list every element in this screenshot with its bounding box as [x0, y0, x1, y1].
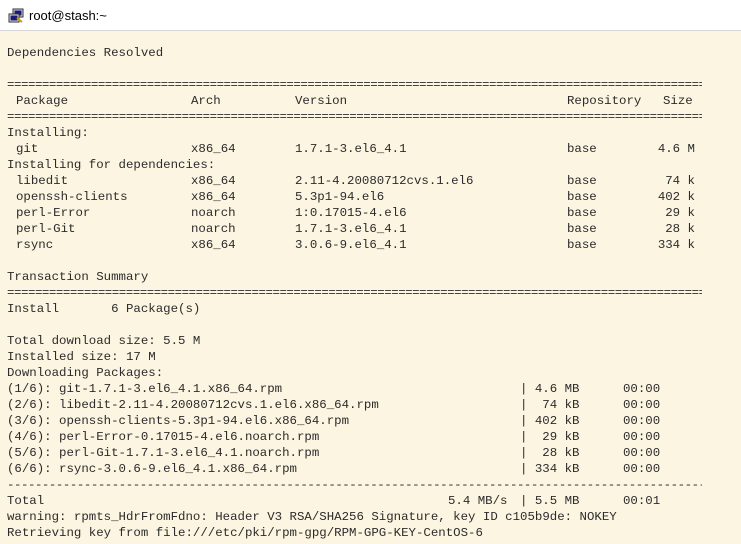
download-time: 00:00 — [623, 446, 661, 460]
row-arch: x86_64 — [191, 190, 236, 204]
header-arch: Arch — [191, 94, 221, 108]
total-size: | 5.5 MB — [520, 494, 580, 508]
download-time: 00:00 — [623, 382, 661, 396]
putty-icon — [8, 8, 24, 23]
row-repo: base — [567, 222, 597, 236]
table-row: rsync x86_64 3.0.6-9.el6_4.1 base 334 k — [0, 237, 741, 253]
row-size: 74 k — [665, 174, 695, 188]
header-size: Size — [663, 94, 693, 108]
download-file: (1/6): git-1.7.1-3.el6_4.1.x86_64.rpm — [7, 382, 283, 396]
download-time: 00:00 — [623, 430, 661, 444]
download-size: | 402 kB — [520, 414, 580, 428]
download-row: (3/6): openssh-clients-5.3p1-94.el6.x86_… — [0, 413, 741, 429]
download-row: (4/6): perl-Error-0.17015-4.el6.noarch.r… — [0, 429, 741, 445]
row-size: 402 k — [657, 190, 695, 204]
row-repo: base — [567, 174, 597, 188]
download-file: (4/6): perl-Error-0.17015-4.el6.noarch.r… — [7, 430, 320, 444]
row-repo: base — [567, 238, 597, 252]
row-arch: x86_64 — [191, 174, 236, 188]
download-row: (6/6): rsync-3.0.6-9.el6_4.1.x86_64.rpm … — [0, 461, 741, 477]
row-size: 4.6 M — [657, 142, 695, 156]
warning-line: warning: rpmts_HdrFromFdno: Header V3 RS… — [7, 510, 617, 524]
transaction-summary-heading: Transaction Summary — [7, 270, 149, 284]
total-download-size: Total download size: 5.5 M — [7, 334, 201, 348]
row-version: 2.11-4.20080712cvs.1.el6 — [295, 174, 474, 188]
row-size: 29 k — [665, 206, 695, 220]
double-rule: ========================================… — [7, 110, 702, 124]
row-version: 5.3p1-94.el6 — [295, 190, 385, 204]
table-row: perl-Git noarch 1.7.1-3.el6_4.1 base 28 … — [0, 221, 741, 237]
total-time: 00:01 — [623, 494, 661, 508]
retrieving-key-line: Retrieving key from file:///etc/pki/rpm-… — [7, 526, 483, 540]
dependencies-resolved-line: Dependencies Resolved — [7, 46, 164, 60]
download-time: 00:00 — [623, 462, 661, 476]
row-package: perl-Error — [16, 206, 91, 220]
header-package: Package — [16, 94, 69, 108]
download-row: (5/6): perl-Git-1.7.1-3.el6_4.1.noarch.r… — [0, 445, 741, 461]
download-time: 00:00 — [623, 398, 661, 412]
row-repo: base — [567, 206, 597, 220]
row-version: 1:0.17015-4.el6 — [295, 206, 407, 220]
row-size: 28 k — [665, 222, 695, 236]
row-arch: x86_64 — [191, 142, 236, 156]
window-title: root@stash:~ — [29, 8, 107, 23]
row-repo: base — [567, 190, 597, 204]
table-row: git x86_64 1.7.1-3.el6_4.1 base 4.6 M — [0, 141, 741, 157]
install-count-line: Install 6 Package(s) — [7, 302, 201, 316]
row-version: 3.0.6-9.el6_4.1 — [295, 238, 407, 252]
installed-size: Installed size: 17 M — [7, 350, 156, 364]
row-package: perl-Git — [16, 222, 76, 236]
download-time: 00:00 — [623, 414, 661, 428]
terminal-output[interactable]: Dependencies Resolved ==================… — [0, 31, 741, 544]
deps-label: Installing for dependencies: — [7, 158, 216, 172]
download-size: | 4.6 MB — [520, 382, 580, 396]
table-row: openssh-clients x86_64 5.3p1-94.el6 base… — [0, 189, 741, 205]
downloading-label: Downloading Packages: — [7, 366, 164, 380]
row-size: 334 k — [657, 238, 695, 252]
row-package: rsync — [16, 238, 54, 252]
total-row: Total 5.4 MB/s | 5.5 MB 00:01 — [0, 493, 741, 509]
row-package: libedit — [16, 174, 69, 188]
header-repository: Repository — [567, 94, 642, 108]
download-file: (6/6): rsync-3.0.6-9.el6_4.1.x86_64.rpm — [7, 462, 297, 476]
table-row: perl-Error noarch 1:0.17015-4.el6 base 2… — [0, 205, 741, 221]
row-arch: noarch — [191, 206, 236, 220]
total-speed: 5.4 MB/s — [448, 494, 508, 508]
double-rule: ========================================… — [7, 286, 702, 300]
download-size: | 29 kB — [520, 430, 580, 444]
download-size: | 28 kB — [520, 446, 580, 460]
download-row: (1/6): git-1.7.1-3.el6_4.1.x86_64.rpm | … — [0, 381, 741, 397]
row-version: 1.7.1-3.el6_4.1 — [295, 142, 407, 156]
window-titlebar[interactable]: root@stash:~ — [0, 0, 741, 31]
single-rule: ----------------------------------------… — [7, 478, 702, 492]
row-package: git — [16, 142, 39, 156]
download-file: (3/6): openssh-clients-5.3p1-94.el6.x86_… — [7, 414, 350, 428]
row-repo: base — [567, 142, 597, 156]
download-size: | 74 kB — [520, 398, 580, 412]
download-size: | 334 kB — [520, 462, 580, 476]
installing-label: Installing: — [7, 126, 89, 140]
download-file: (2/6): libedit-2.11-4.20080712cvs.1.el6.… — [7, 398, 379, 412]
header-version: Version — [295, 94, 348, 108]
total-label: Total — [7, 494, 45, 508]
table-header: Package Arch Version Repository Size — [0, 93, 741, 109]
download-file: (5/6): perl-Git-1.7.1-3.el6_4.1.noarch.r… — [7, 446, 320, 460]
table-row: libedit x86_64 2.11-4.20080712cvs.1.el6 … — [0, 173, 741, 189]
row-version: 1.7.1-3.el6_4.1 — [295, 222, 407, 236]
row-arch: noarch — [191, 222, 236, 236]
double-rule: ========================================… — [7, 78, 702, 92]
download-row: (2/6): libedit-2.11-4.20080712cvs.1.el6.… — [0, 397, 741, 413]
row-arch: x86_64 — [191, 238, 236, 252]
row-package: openssh-clients — [16, 190, 128, 204]
